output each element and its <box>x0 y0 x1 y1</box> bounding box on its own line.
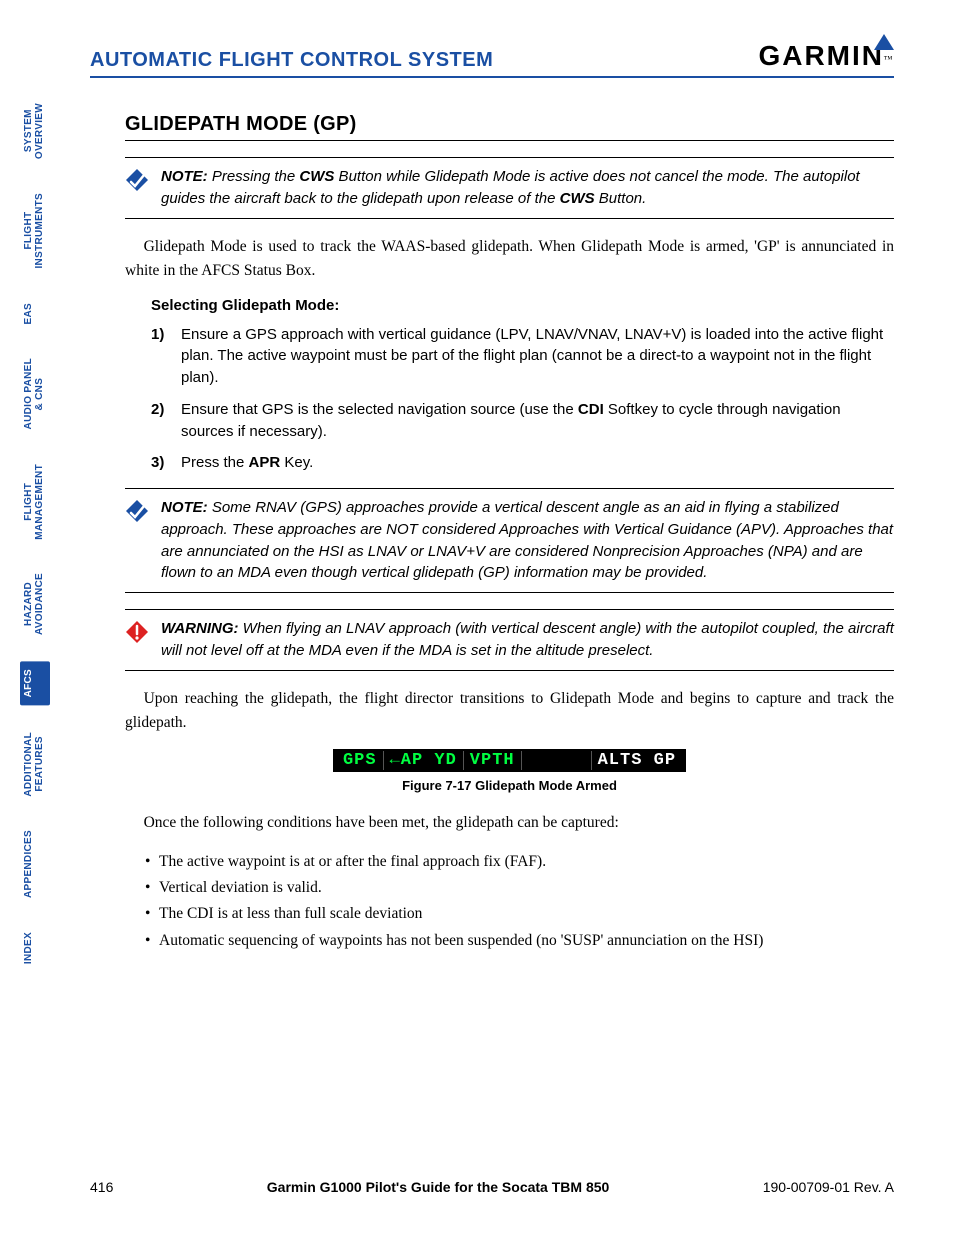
afcs-status-box: GPS ←AP YD VPTH ALTS GP <box>333 749 686 772</box>
garmin-tm: ™ <box>884 54 893 64</box>
chapter-title: AUTOMATIC FLIGHT CONTROL SYSTEM <box>90 49 493 72</box>
afcs-ap-yd: ←AP YD <box>384 751 464 770</box>
paragraph-1: Glidepath Mode is used to track the WAAS… <box>125 235 894 283</box>
warning-icon <box>125 620 149 644</box>
note-block-1: NOTE: Pressing the CWS Button while Glid… <box>125 157 894 219</box>
tab-eas[interactable]: EAS <box>20 295 50 332</box>
tab-index[interactable]: INDEX <box>20 924 50 972</box>
step-2: 2) Ensure that GPS is the selected navig… <box>151 399 894 443</box>
note-icon <box>125 499 149 523</box>
bullet-4: Automatic sequencing of waypoints has no… <box>145 928 894 954</box>
bullet-2: Vertical deviation is valid. <box>145 875 894 901</box>
step-1: 1) Ensure a GPS approach with vertical g… <box>151 324 894 389</box>
tab-appendices[interactable]: APPENDICES <box>20 822 50 906</box>
side-tabs: SYSTEM OVERVIEW FLIGHT INSTRUMENTS EAS A… <box>20 95 50 973</box>
note-text-1: NOTE: Pressing the CWS Button while Glid… <box>161 166 894 210</box>
afcs-vert-mode: VPTH <box>464 751 522 770</box>
garmin-logo: GARMIN ™ <box>758 40 894 72</box>
steps-list: 1) Ensure a GPS approach with vertical g… <box>151 324 894 475</box>
tab-audio-panel[interactable]: AUDIO PANEL & CNS <box>20 350 50 437</box>
page-content: GLIDEPATH MODE (GP) NOTE: Pressing the C… <box>90 113 894 954</box>
figure-caption: Figure 7-17 Glidepath Mode Armed <box>125 778 894 793</box>
tab-additional-features[interactable]: ADDITIONAL FEATURES <box>20 724 50 805</box>
page-footer: 416 Garmin G1000 Pilot's Guide for the S… <box>90 1179 894 1195</box>
note-text-2: NOTE: Some RNAV (GPS) approaches provide… <box>161 497 894 584</box>
tab-hazard-avoidance[interactable]: HAZARD AVOIDANCE <box>20 565 50 643</box>
note-icon <box>125 168 149 192</box>
afcs-nav-source: GPS <box>337 751 384 770</box>
paragraph-3: Once the following conditions have been … <box>125 811 894 835</box>
warning-text: WARNING: When flying an LNAV approach (w… <box>161 618 894 662</box>
afcs-armed-modes: ALTS GP <box>592 751 682 770</box>
figure-7-17: GPS ←AP YD VPTH ALTS GP Figure 7-17 Glid… <box>125 749 894 793</box>
step-3: 3) Press the APR Key. <box>151 452 894 474</box>
tab-system-overview[interactable]: SYSTEM OVERVIEW <box>20 95 50 167</box>
bullet-1: The active waypoint is at or after the f… <box>145 849 894 875</box>
bullet-3: The CDI is at less than full scale devia… <box>145 901 894 927</box>
footer-title: Garmin G1000 Pilot's Guide for the Socat… <box>267 1179 610 1195</box>
section-title: GLIDEPATH MODE (GP) <box>125 113 894 141</box>
footer-revision: 190-00709-01 Rev. A <box>763 1179 894 1195</box>
subheading: Selecting Glidepath Mode: <box>151 297 894 314</box>
tab-afcs[interactable]: AFCS <box>20 661 50 705</box>
warning-block: WARNING: When flying an LNAV approach (w… <box>125 609 894 671</box>
page-number: 416 <box>90 1179 113 1195</box>
note-block-2: NOTE: Some RNAV (GPS) approaches provide… <box>125 488 894 593</box>
tab-flight-management[interactable]: FLIGHT MANAGEMENT <box>20 456 50 548</box>
garmin-triangle-icon <box>874 34 894 50</box>
tab-flight-instruments[interactable]: FLIGHT INSTRUMENTS <box>20 185 50 277</box>
paragraph-2: Upon reaching the glidepath, the flight … <box>125 687 894 735</box>
garmin-logo-text: GARMIN <box>758 40 884 72</box>
bullet-list: The active waypoint is at or after the f… <box>145 849 894 954</box>
page-header: AUTOMATIC FLIGHT CONTROL SYSTEM GARMIN ™ <box>90 40 894 78</box>
